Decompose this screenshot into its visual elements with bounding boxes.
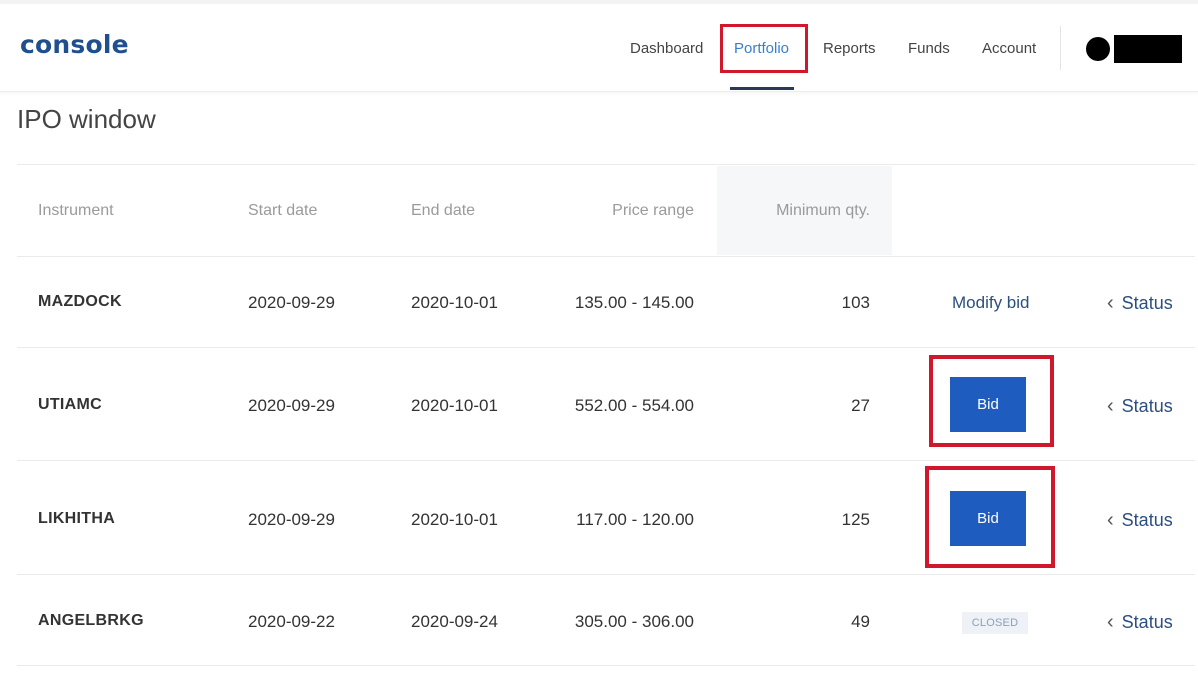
start-date-cell: 2020-09-29 xyxy=(248,510,335,529)
bid-button[interactable]: Bid xyxy=(950,377,1026,432)
instrument-cell: ANGELBRKG xyxy=(38,612,144,629)
header-price-range[interactable]: Price range xyxy=(562,202,694,220)
status-label: Status xyxy=(1121,612,1173,632)
start-date-cell: 2020-09-29 xyxy=(248,396,335,415)
minimum-qty-cell: 125 xyxy=(841,510,870,529)
price-range-cell: 117.00 - 120.00 xyxy=(576,510,694,529)
price-range-cell: 305.00 - 306.00 xyxy=(574,612,694,631)
nav-reports[interactable]: Reports xyxy=(823,40,876,57)
chevron-left-icon: ‹ xyxy=(1107,509,1114,531)
table-top-divider xyxy=(17,164,1195,165)
status-link[interactable]: ‹ Status xyxy=(1107,395,1173,418)
minimum-qty-cell: 27 xyxy=(851,396,870,415)
header-instrument[interactable]: Instrument xyxy=(38,202,114,220)
chevron-left-icon: ‹ xyxy=(1107,292,1114,314)
header-minimum-qty[interactable]: Minimum qty. xyxy=(740,202,870,220)
header-end-date[interactable]: End date xyxy=(411,202,475,220)
chevron-left-icon: ‹ xyxy=(1107,395,1114,417)
end-date-cell: 2020-09-24 xyxy=(411,612,498,631)
top-strip xyxy=(0,0,1198,4)
app-logo[interactable]: console xyxy=(20,30,129,59)
header-start-date[interactable]: Start date xyxy=(248,202,317,220)
chevron-left-icon: ‹ xyxy=(1107,611,1114,633)
avatar[interactable] xyxy=(1086,37,1110,61)
price-range-cell: 552.00 - 554.00 xyxy=(574,396,694,415)
status-label: Status xyxy=(1121,396,1173,416)
start-date-cell: 2020-09-29 xyxy=(248,293,335,312)
status-link[interactable]: ‹ Status xyxy=(1107,509,1173,532)
table-header-divider xyxy=(17,256,1195,257)
price-range-cell: 135.00 - 145.00 xyxy=(574,293,694,312)
nav-divider xyxy=(1060,26,1061,70)
modify-bid-link[interactable]: Modify bid xyxy=(952,293,1029,313)
minimum-qty-cell: 49 xyxy=(851,612,870,631)
active-tab-underline xyxy=(730,87,794,90)
status-label: Status xyxy=(1121,293,1173,313)
instrument-cell: MAZDOCK xyxy=(38,293,122,310)
status-link[interactable]: ‹ Status xyxy=(1107,292,1173,315)
instrument-cell: UTIAMC xyxy=(38,396,103,413)
end-date-cell: 2020-10-01 xyxy=(411,293,498,312)
nav-dashboard[interactable]: Dashboard xyxy=(630,40,703,57)
start-date-cell: 2020-09-22 xyxy=(248,612,335,631)
top-navbar: console Dashboard Portfolio Reports Fund… xyxy=(0,0,1198,92)
closed-status-badge: CLOSED xyxy=(962,612,1028,634)
minimum-qty-cell: 103 xyxy=(841,293,870,312)
end-date-cell: 2020-10-01 xyxy=(411,396,498,415)
row-divider xyxy=(17,665,1195,666)
row-divider xyxy=(17,574,1195,575)
row-divider xyxy=(17,460,1195,461)
status-link[interactable]: ‹ Status xyxy=(1107,611,1173,634)
page-title: IPO window xyxy=(17,104,156,134)
bid-button[interactable]: Bid xyxy=(950,491,1026,546)
instrument-cell: LIKHITHA xyxy=(38,510,116,527)
status-label: Status xyxy=(1121,510,1173,530)
portfolio-highlight-box xyxy=(720,24,808,73)
end-date-cell: 2020-10-01 xyxy=(411,510,498,529)
user-id-redacted[interactable] xyxy=(1114,35,1182,63)
nav-funds[interactable]: Funds xyxy=(908,40,950,57)
nav-account[interactable]: Account xyxy=(982,40,1036,57)
row-divider xyxy=(17,347,1195,348)
